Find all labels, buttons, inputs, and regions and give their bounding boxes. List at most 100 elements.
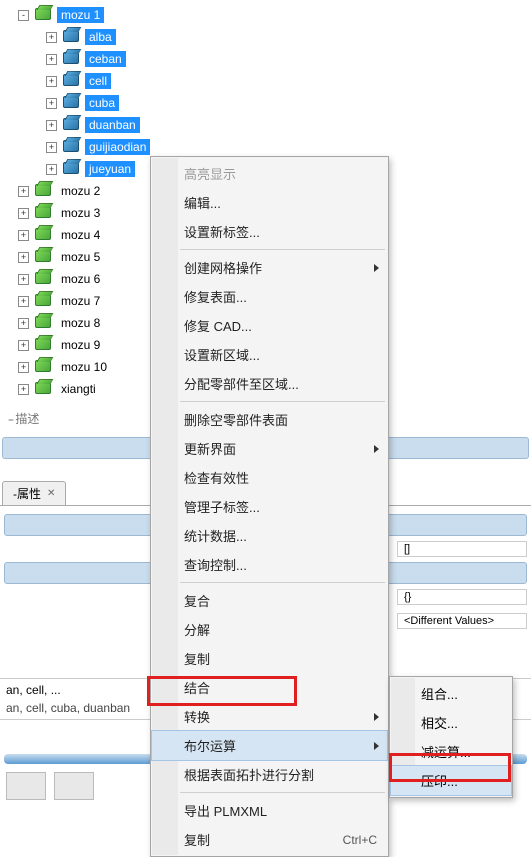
menu-label: 修复 CAD... (184, 316, 252, 335)
properties-tab[interactable]: - 属性 ✕ (2, 481, 66, 505)
node-label[interactable]: duanban (85, 117, 140, 133)
node-label[interactable]: mozu 9 (57, 337, 104, 353)
node-label[interactable]: mozu 7 (57, 293, 104, 309)
property-value[interactable]: {} (397, 589, 527, 605)
expander-icon[interactable]: + (46, 98, 57, 109)
node-label[interactable]: mozu 4 (57, 227, 104, 243)
node-label[interactable]: cuba (85, 95, 119, 111)
submenu-item-subtract[interactable]: 减运算... (391, 737, 511, 766)
menu-label: 查询控制... (184, 555, 247, 574)
expander-icon[interactable]: + (18, 252, 29, 263)
chevron-right-icon (374, 445, 379, 453)
context-menu: 高亮显示 编辑... 设置新标签... 创建网格操作 修复表面... 修复 CA… (150, 156, 389, 857)
menu-item-combine[interactable]: 结合 (152, 673, 387, 702)
expander-icon[interactable]: + (18, 384, 29, 395)
expander-icon[interactable]: + (18, 340, 29, 351)
tree-node[interactable]: + guijiaodian (46, 136, 531, 158)
chevron-right-icon (374, 264, 379, 272)
node-label[interactable]: jueyuan (85, 161, 135, 177)
node-label[interactable]: cell (85, 73, 111, 89)
menu-label: 组合... (421, 687, 458, 702)
menu-item-check-validity[interactable]: 检查有效性 (152, 463, 387, 492)
assembly-icon (35, 270, 53, 288)
menu-item-split-by-topology[interactable]: 根据表面拓扑进行分割 (152, 760, 387, 789)
menu-item-mesh-op[interactable]: 创建网格操作 (152, 253, 387, 282)
part-icon (63, 50, 81, 68)
assembly-icon (35, 380, 53, 398)
expander-icon[interactable]: + (18, 296, 29, 307)
node-label[interactable]: ceban (85, 51, 126, 67)
tree-node-root[interactable]: - mozu 1 (18, 4, 531, 26)
tree-node[interactable]: + cuba (46, 92, 531, 114)
property-value[interactable]: [] (397, 541, 527, 557)
node-label[interactable]: mozu 6 (57, 271, 104, 287)
expander-icon[interactable]: + (46, 76, 57, 87)
menu-item-explode[interactable]: 分解 (152, 615, 387, 644)
menu-label: 复制 (184, 830, 210, 849)
menu-item-delete-empty-surfaces[interactable]: 删除空零部件表面 (152, 405, 387, 434)
menu-item-transform[interactable]: 转换 (152, 702, 387, 731)
menu-item-export-plmxml[interactable]: 导出 PLMXML (152, 796, 387, 825)
expander-icon[interactable]: + (46, 54, 57, 65)
menu-label: 复合 (184, 591, 210, 610)
part-icon (63, 72, 81, 90)
expander-icon[interactable]: + (18, 274, 29, 285)
tree-node[interactable]: + alba (46, 26, 531, 48)
menu-item-set-region[interactable]: 设置新区域... (152, 340, 387, 369)
menu-item-statistics[interactable]: 统计数据... (152, 521, 387, 550)
submenu-item-unite[interactable]: 组合... (391, 679, 511, 708)
property-value[interactable]: <Different Values> (397, 613, 527, 629)
menu-item-query-control[interactable]: 查询控制... (152, 550, 387, 579)
thumbnail[interactable] (54, 772, 94, 800)
node-label[interactable]: mozu 3 (57, 205, 104, 221)
menu-item-repair-surface[interactable]: 修复表面... (152, 282, 387, 311)
submenu-item-intersect[interactable]: 相交... (391, 708, 511, 737)
expander-icon[interactable]: + (46, 164, 57, 175)
node-label[interactable]: mozu 1 (57, 7, 104, 23)
node-label[interactable]: mozu 2 (57, 183, 104, 199)
chevron-right-icon (374, 713, 379, 721)
thumbnail[interactable] (6, 772, 46, 800)
menu-label: 设置新区域... (184, 345, 260, 364)
menu-separator (180, 249, 385, 250)
menu-item-edit[interactable]: 编辑... (152, 188, 387, 217)
expander-icon[interactable]: - (18, 10, 29, 21)
assembly-icon (35, 182, 53, 200)
expander-icon[interactable]: + (46, 32, 57, 43)
menu-item-set-new-tag[interactable]: 设置新标签... (152, 217, 387, 246)
menu-item-copy[interactable]: 复制Ctrl+C (152, 825, 387, 854)
expander-icon[interactable]: + (18, 186, 29, 197)
menu-item-boolean[interactable]: 布尔运算 (152, 731, 387, 760)
menu-label: 分解 (184, 620, 210, 639)
boolean-submenu: 组合... 相交... 减运算... 压印... (389, 676, 513, 798)
tree-node[interactable]: + ceban (46, 48, 531, 70)
expander-icon[interactable]: + (18, 208, 29, 219)
menu-label: 转换 (184, 707, 210, 726)
tree-node[interactable]: + cell (46, 70, 531, 92)
menu-item-duplicate[interactable]: 复制 (152, 644, 387, 673)
menu-item-manage-subtags[interactable]: 管理子标签... (152, 492, 387, 521)
menu-item-composite[interactable]: 复合 (152, 586, 387, 615)
assembly-icon (35, 204, 53, 222)
expander-icon[interactable]: + (46, 142, 57, 153)
node-label[interactable]: alba (85, 29, 116, 45)
node-label[interactable]: mozu 5 (57, 249, 104, 265)
node-label[interactable]: mozu 8 (57, 315, 104, 331)
close-icon[interactable]: ✕ (47, 488, 55, 499)
node-label[interactable]: guijiaodian (85, 139, 150, 155)
menu-item-repair-cad[interactable]: 修复 CAD... (152, 311, 387, 340)
menu-label: 修复表面... (184, 287, 247, 306)
expander-icon[interactable]: + (18, 362, 29, 373)
expander-icon[interactable]: + (18, 230, 29, 241)
menu-item-assign-parts-region[interactable]: 分配零部件至区域... (152, 369, 387, 398)
node-label[interactable]: xiangti (57, 381, 100, 397)
menu-item-update-interfaces[interactable]: 更新界面 (152, 434, 387, 463)
menu-item-highlight: 高亮显示 (152, 159, 387, 188)
menu-label: 更新界面 (184, 439, 236, 458)
tree-node[interactable]: + duanban (46, 114, 531, 136)
submenu-item-imprint[interactable]: 压印... (391, 766, 511, 795)
expander-icon[interactable]: + (18, 318, 29, 329)
node-label[interactable]: mozu 10 (57, 359, 111, 375)
expander-icon[interactable]: + (46, 120, 57, 131)
menu-label: 编辑... (184, 193, 221, 212)
